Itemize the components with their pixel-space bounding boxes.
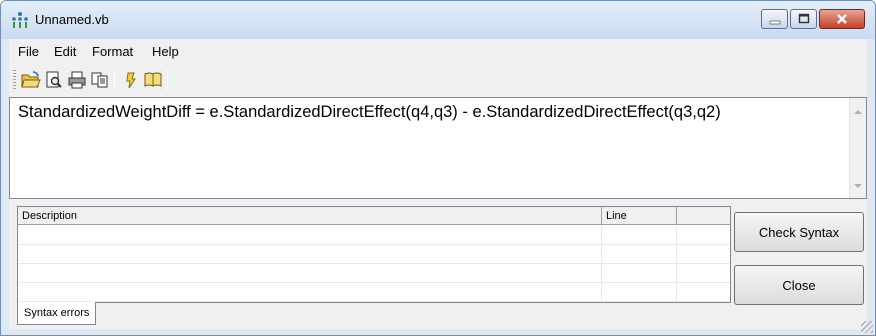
menu-help[interactable]: Help: [152, 44, 179, 59]
toolbar-separator: [114, 70, 115, 90]
errors-header: Description Line: [18, 207, 730, 225]
table-row: [18, 245, 730, 264]
resize-grip[interactable]: [861, 321, 873, 333]
minimize-button[interactable]: [761, 9, 788, 29]
menu-edit[interactable]: Edit: [54, 44, 76, 59]
menu-file[interactable]: File: [18, 44, 39, 59]
table-row: [18, 264, 730, 283]
table-row: [18, 283, 730, 302]
close-button[interactable]: Close: [734, 265, 864, 305]
close-window-button[interactable]: [819, 9, 865, 29]
column-header-description[interactable]: Description: [18, 207, 602, 225]
syntax-hint-button[interactable]: [120, 69, 142, 91]
menu-bar: File Edit Format Help: [9, 39, 867, 63]
scroll-down-icon[interactable]: [854, 184, 862, 188]
book-icon: [144, 72, 162, 87]
print-icon: [68, 71, 86, 89]
copy-button[interactable]: [89, 69, 111, 91]
print-preview-button[interactable]: [43, 69, 65, 91]
table-row: [18, 226, 730, 245]
toolbar-grip[interactable]: [13, 70, 16, 90]
app-icon: [12, 12, 28, 28]
syntax-errors-list[interactable]: Description Line: [17, 206, 731, 302]
toolbar: [9, 64, 867, 96]
maximize-icon: [798, 13, 809, 24]
editor-scrollbar[interactable]: [849, 98, 866, 198]
open-button[interactable]: [20, 69, 42, 91]
close-icon: [837, 14, 847, 24]
title-bar[interactable]: Unnamed.vb: [1, 1, 875, 39]
errors-tab-strip: Syntax errors: [17, 302, 731, 329]
toolbar-separator: [167, 70, 168, 90]
scroll-up-icon[interactable]: [854, 110, 862, 114]
syntax-hint-icon: [126, 72, 136, 89]
tab-syntax-errors[interactable]: Syntax errors: [17, 302, 97, 325]
copy-icon: [91, 72, 108, 88]
print-button[interactable]: [66, 69, 88, 91]
print-preview-icon: [46, 71, 62, 88]
column-header-line[interactable]: Line: [602, 207, 677, 225]
check-syntax-button[interactable]: Check Syntax: [734, 212, 864, 252]
app-window: Unnamed.vb File Edit Format Help Standar…: [0, 0, 876, 336]
code-editor[interactable]: StandardizedWeightDiff = e.StandardizedD…: [9, 97, 867, 199]
code-text[interactable]: StandardizedWeightDiff = e.StandardizedD…: [18, 103, 721, 122]
open-folder-icon: [21, 71, 41, 88]
window-title: Unnamed.vb: [35, 12, 109, 27]
menu-format[interactable]: Format: [92, 44, 133, 59]
help-book-button[interactable]: [142, 69, 164, 91]
maximize-button[interactable]: [790, 9, 817, 29]
minimize-icon: [769, 20, 780, 25]
